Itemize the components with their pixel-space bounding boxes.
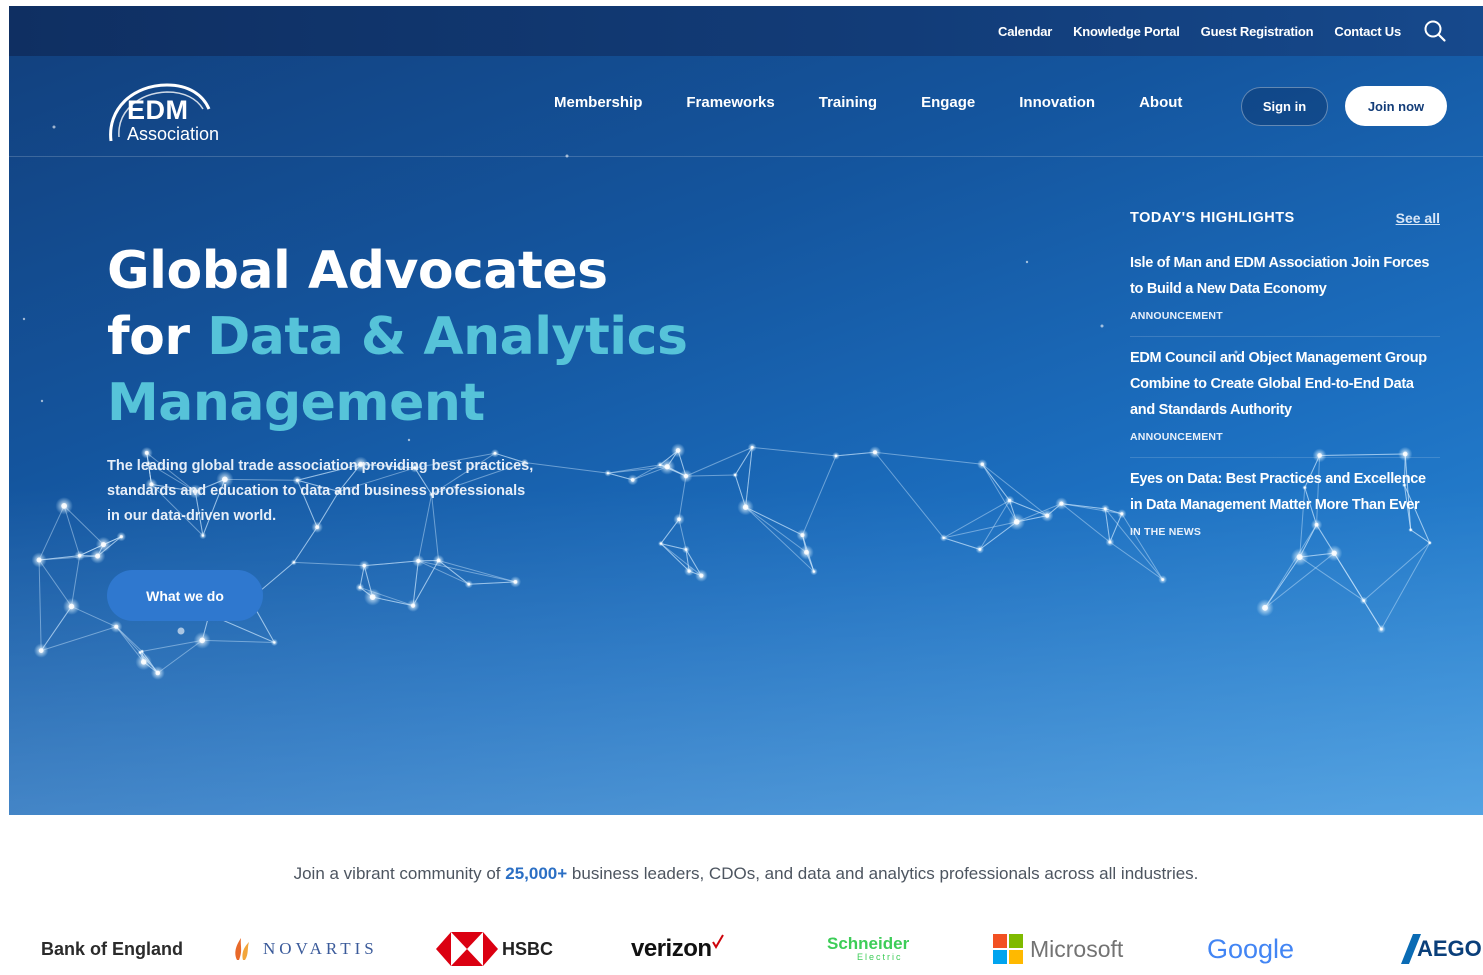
highlight-item-tag: ANNOUNCEMENT	[1130, 431, 1223, 443]
utility-bar: Calendar Knowledge Portal Guest Registra…	[9, 6, 1483, 56]
search-icon[interactable]	[1423, 19, 1447, 43]
community-text-before: Join a vibrant community of	[293, 864, 506, 883]
nav-membership[interactable]: Membership	[554, 94, 642, 111]
see-all-link[interactable]: See all	[1396, 210, 1440, 226]
utility-link-guest-registration[interactable]: Guest Registration	[1201, 24, 1314, 39]
todays-highlights-panel: TODAY'S HIGHLIGHTS See all Isle of Man a…	[1130, 206, 1440, 552]
utility-link-calendar[interactable]: Calendar	[998, 24, 1052, 39]
highlight-item[interactable]: Eyes on Data: Best Practices and Excelle…	[1130, 458, 1440, 552]
highlights-header: TODAY'S HIGHLIGHTS See all	[1130, 206, 1440, 230]
community-count: 25,000+	[505, 864, 568, 883]
novartis-logo: NOVARTIS	[231, 924, 378, 974]
highlight-item[interactable]: EDM Council and Object Management Group …	[1130, 337, 1440, 458]
join-now-button[interactable]: Join now	[1345, 86, 1447, 126]
nav-frameworks[interactable]: Frameworks	[686, 94, 774, 111]
hsbc-logo: HSBC	[436, 924, 553, 974]
community-text-after: business leaders, CDOs, and data and ana…	[567, 864, 1199, 883]
utility-link-contact-us[interactable]: Contact Us	[1334, 24, 1401, 39]
hero-headline: Global Advocates for Data & Analytics Ma…	[107, 238, 747, 436]
microsoft-text: Microsoft	[1030, 935, 1124, 962]
community-statement: Join a vibrant community of 25,000+ busi…	[9, 864, 1483, 884]
bank-of-england-logo: Bank of England	[41, 924, 183, 974]
hsbc-hexagon-icon	[436, 932, 498, 966]
nav-training[interactable]: Training	[819, 94, 877, 111]
nav-about[interactable]: About	[1139, 94, 1182, 111]
logo-edm-text: EDM	[127, 95, 189, 125]
page: Calendar Knowledge Portal Guest Registra…	[9, 6, 1483, 975]
google-logo: Google	[1207, 924, 1294, 974]
highlight-item[interactable]: Isle of Man and EDM Association Join For…	[1130, 242, 1440, 337]
schneider-electric-logo: Schneider Electric	[827, 924, 909, 974]
schneider-text: Schneider	[827, 934, 910, 953]
edm-association-logo[interactable]: EDM Association	[105, 71, 245, 145]
nav-engage[interactable]: Engage	[921, 94, 975, 111]
verizon-text: verizon	[631, 935, 712, 962]
headline-accent-management: Management	[107, 373, 485, 433]
headline-accent-data-analytics: Data & Analytics	[207, 307, 688, 367]
nav-innovation[interactable]: Innovation	[1019, 94, 1095, 111]
electric-text: Electric	[857, 952, 903, 962]
hero-subcopy: The leading global trade association pro…	[107, 458, 534, 524]
highlight-item-title[interactable]: EDM Council and Object Management Group …	[1130, 345, 1440, 423]
verizon-check-icon	[711, 934, 724, 949]
verizon-logo: verizon	[631, 924, 724, 974]
aegon-logo: AEGON	[1399, 924, 1483, 974]
novartis-text: NOVARTIS	[263, 939, 378, 958]
highlight-item-tag: IN THE NEWS	[1130, 526, 1202, 538]
highlights-title: TODAY'S HIGHLIGHTS	[1130, 210, 1295, 226]
primary-nav-links: Membership Frameworks Training Engage In…	[554, 94, 1226, 111]
main-nav: EDM Association Membership Frameworks Tr…	[9, 56, 1483, 157]
highlight-item-tag: ANNOUNCEMENT	[1130, 310, 1223, 322]
aegon-text: AEGON	[1417, 936, 1483, 961]
headline-line1: Global Advocates	[107, 241, 608, 301]
google-text: Google	[1207, 933, 1295, 964]
bank-of-england-text: Bank of England	[41, 938, 184, 959]
hero-section: Calendar Knowledge Portal Guest Registra…	[9, 6, 1483, 815]
what-we-do-button[interactable]: What we do	[107, 570, 263, 621]
microsoft-windows-icon	[993, 934, 1023, 964]
logo-association-text: Association	[127, 124, 220, 144]
novartis-flame-icon	[235, 938, 249, 960]
highlight-item-title[interactable]: Eyes on Data: Best Practices and Excelle…	[1130, 466, 1440, 518]
partner-logo-strip: Bank of England NOVARTIS HSBC verizon Sc…	[9, 924, 1483, 974]
utility-link-knowledge-portal[interactable]: Knowledge Portal	[1073, 24, 1180, 39]
hsbc-text: HSBC	[502, 938, 554, 959]
headline-for: for	[107, 307, 208, 367]
microsoft-logo: Microsoft	[993, 924, 1123, 974]
highlight-item-title[interactable]: Isle of Man and EDM Association Join For…	[1130, 250, 1440, 302]
sign-in-button[interactable]: Sign in	[1241, 87, 1328, 126]
